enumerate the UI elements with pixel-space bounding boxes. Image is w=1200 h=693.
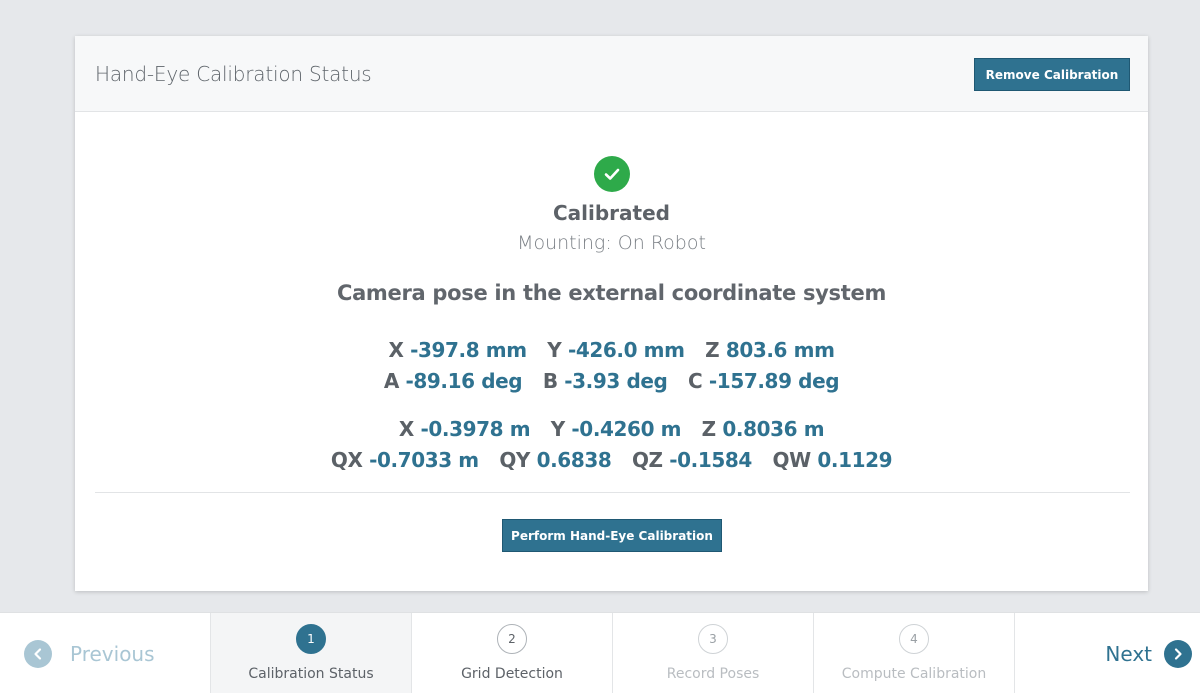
- pose-translation-m: X -0.3978 m Y -0.4260 m Z 0.8036 m: [75, 417, 1148, 441]
- chevron-left-icon: [24, 639, 52, 668]
- chevron-right-icon: [1164, 639, 1192, 668]
- status-label: Calibrated: [552, 201, 670, 225]
- card-header: Hand-Eye Calibration Status Remove Calib…: [75, 36, 1148, 112]
- pose-value: X -397.8 mm: [388, 338, 527, 362]
- pose-value: QY 0.6838: [499, 448, 612, 472]
- pose-value: Y -0.4260 m: [550, 417, 682, 441]
- pose-value: QZ -0.1584: [631, 448, 752, 472]
- pose-value: Z 803.6 mm: [705, 338, 835, 362]
- step-compute-calibration[interactable]: 4 Compute Calibration: [813, 613, 1014, 693]
- perform-calibration-button[interactable]: Perform Hand-Eye Calibration: [502, 519, 722, 552]
- divider: [95, 492, 1130, 493]
- step-divider: [1014, 613, 1015, 693]
- step-number: 2: [497, 624, 527, 654]
- remove-calibration-button[interactable]: Remove Calibration: [974, 58, 1130, 91]
- pose-title: Camera pose in the external coordinate s…: [336, 281, 887, 305]
- previous-label: Previous: [70, 641, 155, 666]
- step-label: Grid Detection: [461, 666, 563, 682]
- step-calibration-status[interactable]: 1 Calibration Status: [210, 613, 411, 693]
- next-label: Next: [1105, 641, 1152, 666]
- pose-translation-mm: X -397.8 mm Y -426.0 mm Z 803.6 mm: [75, 338, 1148, 362]
- step-grid-detection[interactable]: 2 Grid Detection: [411, 613, 612, 693]
- previous-button[interactable]: Previous: [24, 613, 155, 693]
- pose-value: B -3.93 deg: [542, 369, 668, 393]
- pose-value: A -89.16 deg: [383, 369, 523, 393]
- wizard-nav-bar: Previous 1 Calibration Status 2 Grid Det…: [0, 612, 1200, 693]
- pose-value: QX -0.7033 m: [330, 448, 479, 472]
- pose-value: QW 0.1129: [772, 448, 893, 472]
- mounting-label: Mounting: On Robot: [517, 232, 706, 254]
- pose-value: Y -426.0 mm: [547, 338, 685, 362]
- card-title: Hand-Eye Calibration Status: [95, 62, 372, 86]
- pose-quaternion: QX -0.7033 m QY 0.6838 QZ -0.1584 QW 0.1…: [75, 448, 1148, 472]
- calibration-status-card: Hand-Eye Calibration Status Remove Calib…: [75, 36, 1148, 591]
- pose-value: C -157.89 deg: [688, 369, 840, 393]
- step-number: 4: [899, 624, 929, 654]
- check-icon: [594, 156, 630, 192]
- step-record-poses[interactable]: 3 Record Poses: [612, 613, 813, 693]
- step-number: 3: [698, 624, 728, 654]
- step-label: Record Poses: [666, 666, 760, 682]
- pose-value: X -0.3978 m: [398, 417, 531, 441]
- next-button[interactable]: Next: [1105, 613, 1192, 693]
- pose-value: Z 0.8036 m: [701, 417, 825, 441]
- step-label: Calibration Status: [248, 666, 374, 682]
- step-number: 1: [296, 624, 326, 654]
- pose-rotation-deg: A -89.16 deg B -3.93 deg C -157.89 deg: [75, 369, 1148, 393]
- step-label: Compute Calibration: [841, 666, 987, 682]
